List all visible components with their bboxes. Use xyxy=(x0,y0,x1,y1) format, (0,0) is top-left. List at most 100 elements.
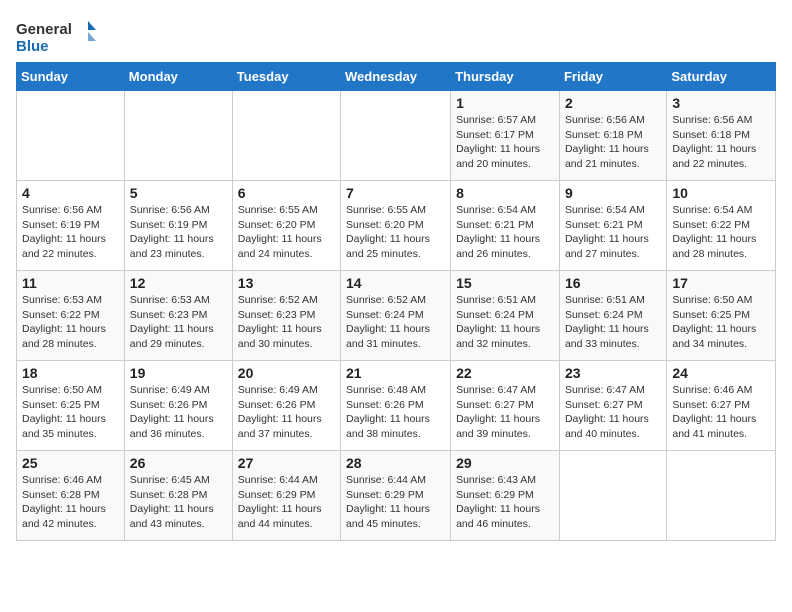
logo: General Blue xyxy=(16,16,96,56)
day-number: 21 xyxy=(346,365,445,381)
week-row-2: 4 Sunrise: 6:56 AMSunset: 6:19 PMDaylight… xyxy=(17,181,776,271)
calendar-table: Sunday Monday Tuesday Wednesday Thursday… xyxy=(16,62,776,541)
day-number: 12 xyxy=(130,275,227,291)
day-info: Sunrise: 6:56 AMSunset: 6:19 PMDaylight:… xyxy=(130,203,227,262)
day-number: 1 xyxy=(456,95,554,111)
week-row-3: 11 Sunrise: 6:53 AMSunset: 6:22 PMDayligh… xyxy=(17,271,776,361)
day-cell: 27 Sunrise: 6:44 AMSunset: 6:29 PMDayligh… xyxy=(232,451,340,541)
svg-text:Blue: Blue xyxy=(16,38,49,55)
day-cell: 18 Sunrise: 6:50 AMSunset: 6:25 PMDayligh… xyxy=(17,361,125,451)
day-info: Sunrise: 6:53 AMSunset: 6:23 PMDaylight:… xyxy=(130,293,227,352)
day-info: Sunrise: 6:52 AMSunset: 6:23 PMDaylight:… xyxy=(238,293,335,352)
day-cell xyxy=(17,91,125,181)
day-cell: 1 Sunrise: 6:57 AMSunset: 6:17 PMDaylight… xyxy=(451,91,560,181)
day-number: 20 xyxy=(238,365,335,381)
day-cell: 3 Sunrise: 6:56 AMSunset: 6:18 PMDaylight… xyxy=(667,91,776,181)
day-info: Sunrise: 6:54 AMSunset: 6:21 PMDaylight:… xyxy=(456,203,554,262)
day-cell: 2 Sunrise: 6:56 AMSunset: 6:18 PMDaylight… xyxy=(559,91,666,181)
day-info: Sunrise: 6:47 AMSunset: 6:27 PMDaylight:… xyxy=(456,383,554,442)
day-info: Sunrise: 6:46 AMSunset: 6:28 PMDaylight:… xyxy=(22,473,119,532)
week-row-5: 25 Sunrise: 6:46 AMSunset: 6:28 PMDayligh… xyxy=(17,451,776,541)
day-info: Sunrise: 6:46 AMSunset: 6:27 PMDaylight:… xyxy=(672,383,770,442)
col-tuesday: Tuesday xyxy=(232,63,340,91)
day-info: Sunrise: 6:56 AMSunset: 6:18 PMDaylight:… xyxy=(565,113,661,172)
day-number: 15 xyxy=(456,275,554,291)
day-info: Sunrise: 6:50 AMSunset: 6:25 PMDaylight:… xyxy=(22,383,119,442)
week-row-4: 18 Sunrise: 6:50 AMSunset: 6:25 PMDayligh… xyxy=(17,361,776,451)
day-number: 24 xyxy=(672,365,770,381)
day-info: Sunrise: 6:47 AMSunset: 6:27 PMDaylight:… xyxy=(565,383,661,442)
day-number: 6 xyxy=(238,185,335,201)
col-saturday: Saturday xyxy=(667,63,776,91)
day-number: 28 xyxy=(346,455,445,471)
day-cell xyxy=(559,451,666,541)
day-cell: 16Sunrise: 6:51 AMSunset: 6:24 PMDayligh… xyxy=(559,271,666,361)
day-number: 14 xyxy=(346,275,445,291)
day-info: Sunrise: 6:56 AMSunset: 6:18 PMDaylight:… xyxy=(672,113,770,172)
day-info: Sunrise: 6:44 AMSunset: 6:29 PMDaylight:… xyxy=(238,473,335,532)
day-info: Sunrise: 6:53 AMSunset: 6:22 PMDaylight:… xyxy=(22,293,119,352)
day-cell: 13 Sunrise: 6:52 AMSunset: 6:23 PMDayligh… xyxy=(232,271,340,361)
day-cell: 7Sunrise: 6:55 AMSunset: 6:20 PMDaylight… xyxy=(341,181,451,271)
day-cell: 9 Sunrise: 6:54 AMSunset: 6:21 PMDaylight… xyxy=(559,181,666,271)
day-number: 16 xyxy=(565,275,661,291)
day-number: 5 xyxy=(130,185,227,201)
day-cell: 21 Sunrise: 6:48 AMSunset: 6:26 PMDayligh… xyxy=(341,361,451,451)
day-number: 25 xyxy=(22,455,119,471)
col-sunday: Sunday xyxy=(17,63,125,91)
day-cell: 10 Sunrise: 6:54 AMSunset: 6:22 PMDayligh… xyxy=(667,181,776,271)
day-info: Sunrise: 6:45 AMSunset: 6:28 PMDaylight:… xyxy=(130,473,227,532)
day-number: 8 xyxy=(456,185,554,201)
day-cell: 4 Sunrise: 6:56 AMSunset: 6:19 PMDaylight… xyxy=(17,181,125,271)
day-number: 10 xyxy=(672,185,770,201)
day-info: Sunrise: 6:56 AMSunset: 6:19 PMDaylight:… xyxy=(22,203,119,262)
page-header: General Blue xyxy=(16,16,776,56)
day-cell: 20 Sunrise: 6:49 AMSunset: 6:26 PMDayligh… xyxy=(232,361,340,451)
day-cell: 8 Sunrise: 6:54 AMSunset: 6:21 PMDaylight… xyxy=(451,181,560,271)
day-info: Sunrise: 6:54 AMSunset: 6:22 PMDaylight:… xyxy=(672,203,770,262)
day-info: Sunrise: 6:44 AMSunset: 6:29 PMDaylight:… xyxy=(346,473,445,532)
day-info: Sunrise: 6:49 AMSunset: 6:26 PMDaylight:… xyxy=(238,383,335,442)
day-cell: 6Sunrise: 6:55 AMSunset: 6:20 PMDaylight… xyxy=(232,181,340,271)
day-cell: 23 Sunrise: 6:47 AMSunset: 6:27 PMDayligh… xyxy=(559,361,666,451)
day-number: 11 xyxy=(22,275,119,291)
day-info: Sunrise: 6:43 AMSunset: 6:29 PMDaylight:… xyxy=(456,473,554,532)
day-info: Sunrise: 6:49 AMSunset: 6:26 PMDaylight:… xyxy=(130,383,227,442)
day-cell: 11 Sunrise: 6:53 AMSunset: 6:22 PMDayligh… xyxy=(17,271,125,361)
day-number: 4 xyxy=(22,185,119,201)
day-number: 23 xyxy=(565,365,661,381)
col-wednesday: Wednesday xyxy=(341,63,451,91)
day-number: 9 xyxy=(565,185,661,201)
day-cell: 22 Sunrise: 6:47 AMSunset: 6:27 PMDayligh… xyxy=(451,361,560,451)
day-cell: 19 Sunrise: 6:49 AMSunset: 6:26 PMDayligh… xyxy=(124,361,232,451)
day-info: Sunrise: 6:48 AMSunset: 6:26 PMDaylight:… xyxy=(346,383,445,442)
day-cell: 25 Sunrise: 6:46 AMSunset: 6:28 PMDayligh… xyxy=(17,451,125,541)
day-cell: 14Sunrise: 6:52 AMSunset: 6:24 PMDayligh… xyxy=(341,271,451,361)
col-thursday: Thursday xyxy=(451,63,560,91)
day-info: Sunrise: 6:57 AMSunset: 6:17 PMDaylight:… xyxy=(456,113,554,172)
day-number: 27 xyxy=(238,455,335,471)
day-number: 13 xyxy=(238,275,335,291)
day-number: 3 xyxy=(672,95,770,111)
day-cell xyxy=(124,91,232,181)
day-number: 29 xyxy=(456,455,554,471)
col-monday: Monday xyxy=(124,63,232,91)
day-number: 19 xyxy=(130,365,227,381)
week-row-1: 1 Sunrise: 6:57 AMSunset: 6:17 PMDaylight… xyxy=(17,91,776,181)
day-info: Sunrise: 6:50 AMSunset: 6:25 PMDaylight:… xyxy=(672,293,770,352)
day-cell: 15 Sunrise: 6:51 AMSunset: 6:24 PMDayligh… xyxy=(451,271,560,361)
day-cell xyxy=(667,451,776,541)
day-number: 22 xyxy=(456,365,554,381)
day-number: 2 xyxy=(565,95,661,111)
day-cell xyxy=(341,91,451,181)
day-info: Sunrise: 6:54 AMSunset: 6:21 PMDaylight:… xyxy=(565,203,661,262)
day-number: 18 xyxy=(22,365,119,381)
header-row: Sunday Monday Tuesday Wednesday Thursday… xyxy=(17,63,776,91)
day-info: Sunrise: 6:51 AMSunset: 6:24 PMDaylight:… xyxy=(456,293,554,352)
col-friday: Friday xyxy=(559,63,666,91)
day-number: 17 xyxy=(672,275,770,291)
day-cell: 29 Sunrise: 6:43 AMSunset: 6:29 PMDayligh… xyxy=(451,451,560,541)
day-info: Sunrise: 6:55 AMSunset: 6:20 PMDaylight:… xyxy=(346,203,445,262)
svg-text:General: General xyxy=(16,21,72,38)
day-cell: 5 Sunrise: 6:56 AMSunset: 6:19 PMDaylight… xyxy=(124,181,232,271)
